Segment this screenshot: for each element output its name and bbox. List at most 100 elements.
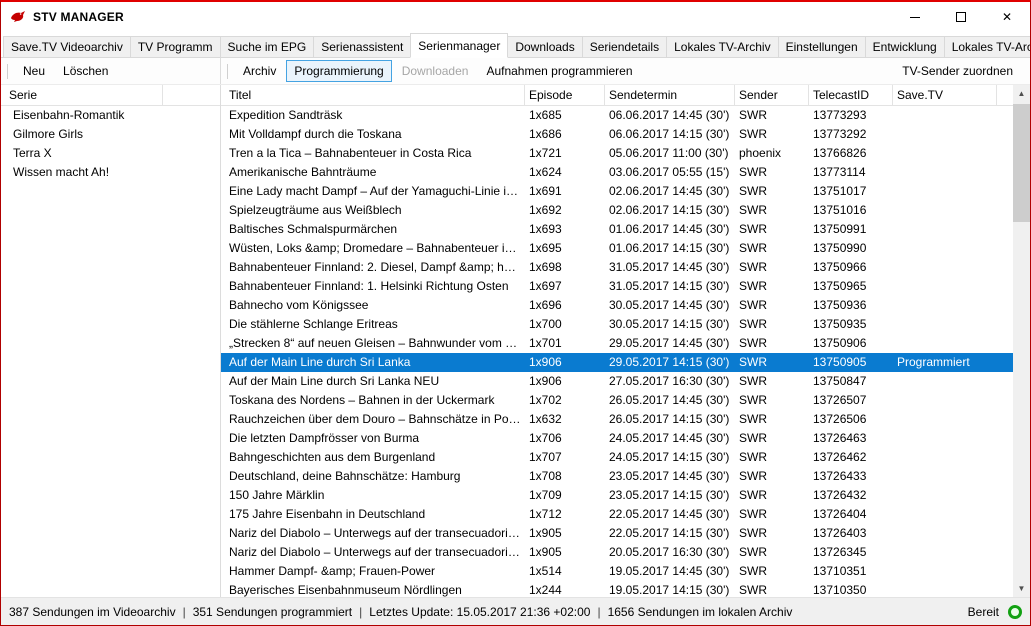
cell-sendetermin: 23.05.2017 14:45 (30') <box>605 467 735 486</box>
cell-sendetermin: 06.06.2017 14:15 (30') <box>605 125 735 144</box>
cell-titel: Die stählerne Schlange Eritreas <box>221 315 525 334</box>
table-row[interactable]: Bahnecho vom Königssee1x69630.05.2017 14… <box>221 296 1030 315</box>
tab-serienassistent[interactable]: Serienassistent <box>313 36 411 57</box>
cell-telecastid: 13726463 <box>809 429 893 448</box>
cell-save.tv <box>893 163 997 182</box>
cell-titel: Auf der Main Line durch Sri Lanka NEU <box>221 372 525 391</box>
close-button[interactable]: ✕ <box>984 2 1030 32</box>
table-row[interactable]: Bahnabenteuer Finnland: 1. Helsinki Rich… <box>221 277 1030 296</box>
toolbar-button-neu[interactable]: Neu <box>15 60 53 82</box>
status-left: 387 Sendungen im Videoarchiv|351 Sendung… <box>9 605 799 619</box>
series-column-header[interactable]: Serie <box>1 85 163 105</box>
toolbar-button-programmierung[interactable]: Programmierung <box>286 60 391 82</box>
vertical-scrollbar[interactable]: ▲ ▼ <box>1013 85 1030 597</box>
cell-sender: SWR <box>735 524 809 543</box>
cell-save.tv <box>893 239 997 258</box>
cell-sendetermin: 19.05.2017 14:15 (30') <box>605 581 735 597</box>
scroll-down-arrow[interactable]: ▼ <box>1013 580 1030 597</box>
tab-lokales-tv-archiv[interactable]: Lokales TV-Archiv <box>944 36 1031 57</box>
cell-save.tv <box>893 277 997 296</box>
table-row[interactable]: Nariz del Diabolo – Unterwegs auf der tr… <box>221 524 1030 543</box>
cell-telecastid: 13750847 <box>809 372 893 391</box>
tab-lokales-tv-archiv[interactable]: Lokales TV-Archiv <box>666 36 779 57</box>
table-row[interactable]: Die stählerne Schlange Eritreas1x70030.0… <box>221 315 1030 334</box>
column-header-telecastid[interactable]: TelecastID <box>809 85 893 105</box>
table-row[interactable]: 175 Jahre Eisenbahn in Deutschland1x7122… <box>221 505 1030 524</box>
table-row[interactable]: Nariz del Diabolo – Unterwegs auf der tr… <box>221 543 1030 562</box>
series-item[interactable]: Gilmore Girls <box>1 125 220 144</box>
cell-sendetermin: 31.05.2017 14:15 (30') <box>605 277 735 296</box>
table-header-row: TitelEpisodeSendeterminSenderTelecastIDS… <box>221 85 1030 106</box>
tab-tv-programm[interactable]: TV Programm <box>130 36 221 57</box>
column-header-episode[interactable]: Episode <box>525 85 605 105</box>
tab-einstellungen[interactable]: Einstellungen <box>778 36 866 57</box>
table-row[interactable]: Spielzeugträume aus Weißblech1x69202.06.… <box>221 201 1030 220</box>
column-header-sendetermin[interactable]: Sendetermin <box>605 85 735 105</box>
cell-save.tv <box>893 505 997 524</box>
tab-entwicklung[interactable]: Entwicklung <box>865 36 945 57</box>
table-row[interactable]: Baltisches Schmalspurmärchen1x69301.06.2… <box>221 220 1030 239</box>
table-row[interactable]: Die letzten Dampfrösser von Burma1x70624… <box>221 429 1030 448</box>
table-row[interactable]: Deutschland, deine Bahnschätze: Hamburg1… <box>221 467 1030 486</box>
table-row[interactable]: Bahnabenteuer Finnland: 2. Diesel, Dampf… <box>221 258 1030 277</box>
toolbar-button-aufnahmen-programmieren[interactable]: Aufnahmen programmieren <box>478 60 640 82</box>
tab-seriendetails[interactable]: Seriendetails <box>582 36 667 57</box>
column-header-save.tv[interactable]: Save.TV <box>893 85 997 105</box>
tv-sender-zuordnen-button[interactable]: TV-Sender zuordnen <box>894 60 1021 82</box>
toolbar-button-downloaden[interactable]: Downloaden <box>394 60 477 82</box>
status-separator: | <box>359 605 362 619</box>
table-row[interactable]: „Strecken 8“ auf neuen Gleisen – Bahnwun… <box>221 334 1030 353</box>
cell-episode: 1x709 <box>525 486 605 505</box>
series-item[interactable]: Eisenbahn-Romantik <box>1 106 220 125</box>
cell-sendetermin: 22.05.2017 14:45 (30') <box>605 505 735 524</box>
cell-sender: SWR <box>735 296 809 315</box>
maximize-button[interactable] <box>938 2 984 32</box>
tab-save.tv-videoarchiv[interactable]: Save.TV Videoarchiv <box>3 36 131 57</box>
table-row[interactable]: Tren a la Tica – Bahnabenteuer in Costa … <box>221 144 1030 163</box>
cell-telecastid: 13751016 <box>809 201 893 220</box>
table-row[interactable]: Expedition Sandträsk1x68506.06.2017 14:4… <box>221 106 1030 125</box>
cell-sender: SWR <box>735 486 809 505</box>
cell-sendetermin: 27.05.2017 16:30 (30') <box>605 372 735 391</box>
table-row[interactable]: 150 Jahre Märklin1x70923.05.2017 14:15 (… <box>221 486 1030 505</box>
cell-titel: Tren a la Tica – Bahnabenteuer in Costa … <box>221 144 525 163</box>
cell-episode: 1x698 <box>525 258 605 277</box>
cell-titel: Bahnecho vom Königssee <box>221 296 525 315</box>
series-list: Eisenbahn-RomantikGilmore GirlsTerra XWi… <box>1 106 220 182</box>
table-row[interactable]: Auf der Main Line durch Sri Lanka1x90629… <box>221 353 1030 372</box>
cell-telecastid: 13750935 <box>809 315 893 334</box>
cell-sender: SWR <box>735 505 809 524</box>
tab-serienmanager[interactable]: Serienmanager <box>410 33 508 58</box>
table-row[interactable]: Rauchzeichen über dem Douro – Bahnschätz… <box>221 410 1030 429</box>
table-row[interactable]: Eine Lady macht Dampf – Auf der Yamaguch… <box>221 182 1030 201</box>
series-item[interactable]: Terra X <box>1 144 220 163</box>
cell-sendetermin: 31.05.2017 14:45 (30') <box>605 258 735 277</box>
tab-downloads[interactable]: Downloads <box>507 36 582 57</box>
table-row[interactable]: Toskana des Nordens – Bahnen in der Ucke… <box>221 391 1030 410</box>
table-row[interactable]: Mit Volldampf durch die Toskana1x68606.0… <box>221 125 1030 144</box>
cell-sendetermin: 05.06.2017 11:00 (30') <box>605 144 735 163</box>
table-row[interactable]: Wüsten, Loks &amp; Dromedare – Bahnabent… <box>221 239 1030 258</box>
table-row[interactable]: Amerikanische Bahnträume1x62403.06.2017 … <box>221 163 1030 182</box>
tab-suche-im-epg[interactable]: Suche im EPG <box>220 36 315 57</box>
series-item[interactable]: Wissen macht Ah! <box>1 163 220 182</box>
table-row[interactable]: Bayerisches Eisenbahnmuseum Nördlingen1x… <box>221 581 1030 597</box>
cell-telecastid: 13773293 <box>809 106 893 125</box>
table-row[interactable]: Auf der Main Line durch Sri Lanka NEU1x9… <box>221 372 1030 391</box>
cell-titel: Hammer Dampf- &amp; Frauen-Power <box>221 562 525 581</box>
column-header-titel[interactable]: Titel <box>221 85 525 105</box>
cell-sendetermin: 23.05.2017 14:15 (30') <box>605 486 735 505</box>
cell-sendetermin: 02.06.2017 14:15 (30') <box>605 201 735 220</box>
scroll-up-arrow[interactable]: ▲ <box>1013 85 1030 102</box>
cell-sender: SWR <box>735 239 809 258</box>
main-content: Serie Eisenbahn-RomantikGilmore GirlsTer… <box>1 85 1030 597</box>
column-header-sender[interactable]: Sender <box>735 85 809 105</box>
toolbar-button-archiv[interactable]: Archiv <box>235 60 284 82</box>
status-ready-label: Bereit <box>968 605 999 619</box>
minimize-button[interactable] <box>892 2 938 32</box>
toolbar-button-löschen[interactable]: Löschen <box>55 60 116 82</box>
cell-episode: 1x695 <box>525 239 605 258</box>
table-row[interactable]: Hammer Dampf- &amp; Frauen-Power1x51419.… <box>221 562 1030 581</box>
scroll-thumb[interactable] <box>1013 104 1030 222</box>
table-row[interactable]: Bahngeschichten aus dem Burgenland1x7072… <box>221 448 1030 467</box>
